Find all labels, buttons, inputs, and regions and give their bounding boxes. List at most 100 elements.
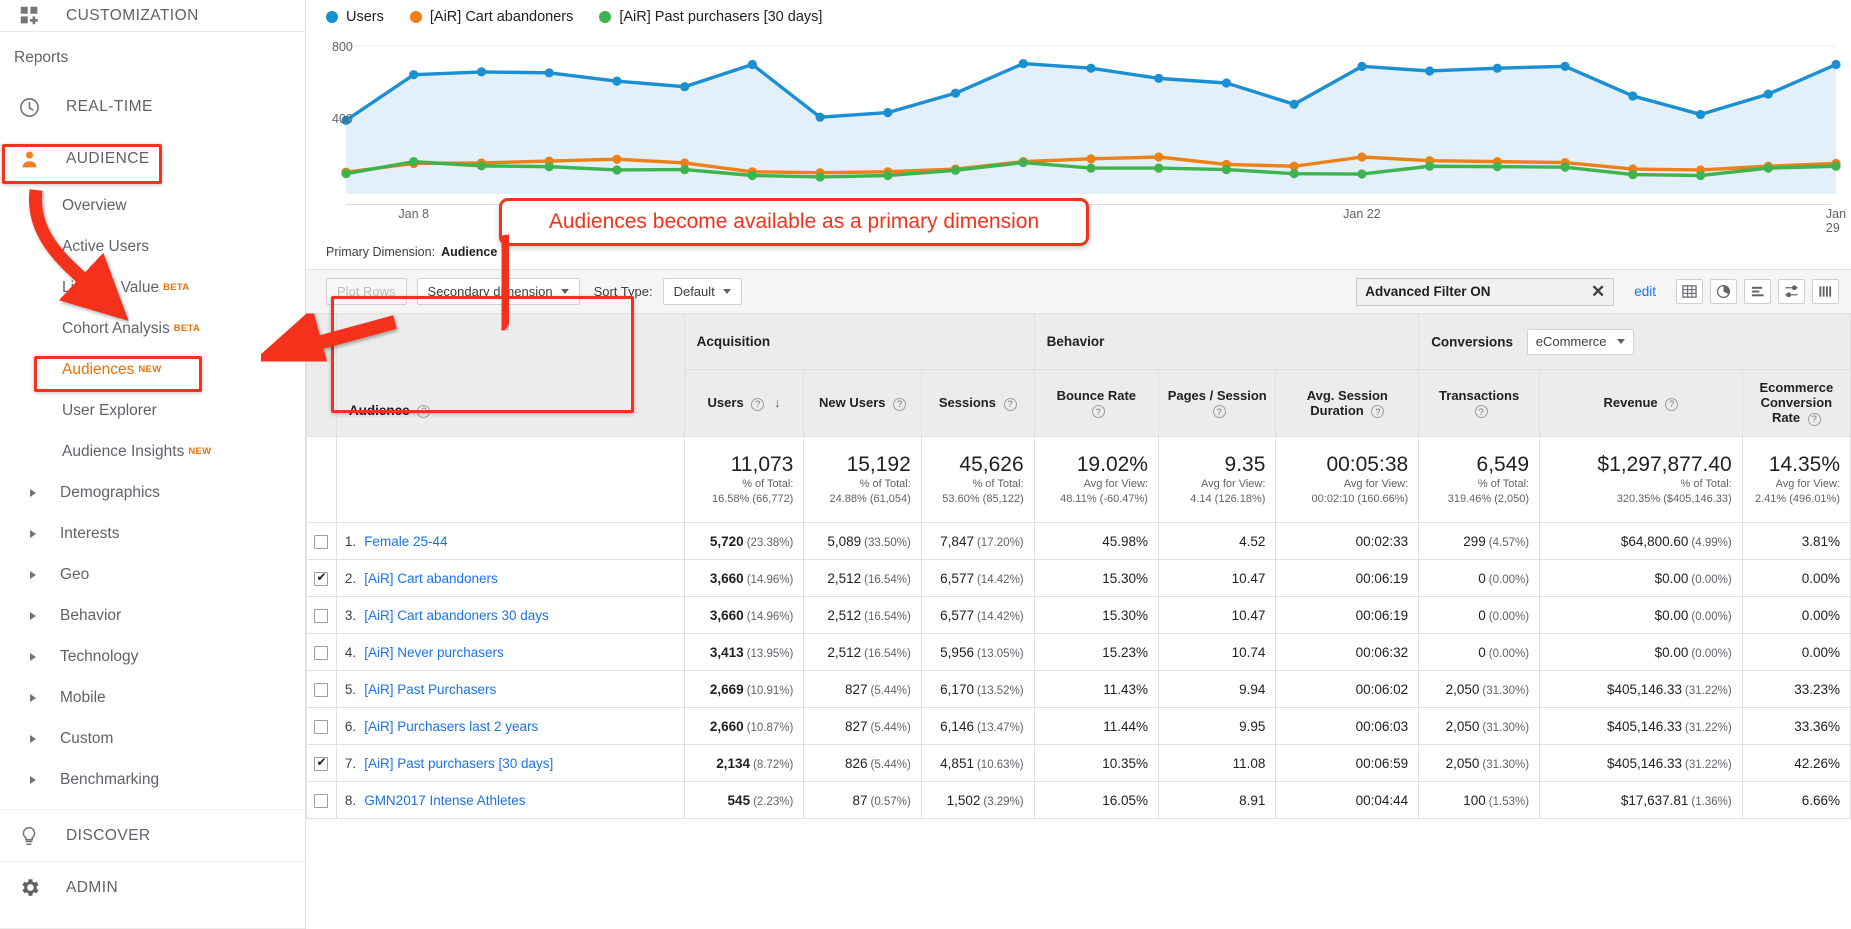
legend-item-past-purchasers[interactable]: [AiR] Past purchasers [30 days] bbox=[599, 9, 822, 25]
table-row[interactable]: 3. [AiR] Cart abandoners 30 days 3,660 (14.… bbox=[306, 596, 1851, 634]
row-checkbox-cell[interactable] bbox=[306, 559, 337, 597]
legend-item-users[interactable]: Users bbox=[326, 9, 384, 25]
sidebar-item-audience-insights[interactable]: Audience Insights NEW bbox=[0, 431, 305, 472]
column-header-bounce-rate[interactable]: Bounce Rate ? bbox=[1033, 369, 1159, 437]
row-checkbox[interactable] bbox=[314, 570, 329, 586]
sidebar-item-audience[interactable]: AUDIENCE bbox=[0, 133, 305, 185]
sort-desc-icon[interactable]: ↓ bbox=[774, 395, 781, 410]
secondary-dimension-button[interactable]: Secondary dimension bbox=[416, 278, 580, 305]
help-icon[interactable]: ? bbox=[1371, 405, 1385, 419]
sidebar-item-lifetime-value[interactable]: Lifetime Value BETA bbox=[0, 267, 305, 308]
table-row[interactable]: 2.[AiR] Cart abandoners3,660(14.96%)2,51… bbox=[306, 559, 1851, 597]
chevron-right-icon bbox=[30, 652, 36, 661]
row-checkbox-cell[interactable] bbox=[306, 707, 337, 745]
table-row[interactable]: 4. [AiR] Never purchasers 3,413 (13.95%) 2,5… bbox=[306, 633, 1851, 671]
column-header-ecommerce-conversion-rate[interactable]: Ecommerce Conversion Rate ? bbox=[1741, 369, 1851, 437]
sidebar-item-user-explorer[interactable]: User Explorer bbox=[0, 390, 305, 431]
sidebar-item-real-time[interactable]: REAL-TIME bbox=[0, 81, 305, 133]
pivot-view-icon[interactable] bbox=[1812, 279, 1839, 304]
pie-view-icon[interactable] bbox=[1710, 279, 1737, 304]
sidebar-item-interests[interactable]: Interests bbox=[0, 513, 305, 554]
sidebar-item-geo[interactable]: Geo bbox=[0, 554, 305, 595]
sidebar-item-active-users[interactable]: Active Users bbox=[0, 226, 305, 267]
column-header-pages-session[interactable]: Pages / Session ? bbox=[1157, 369, 1277, 437]
table-view-icon[interactable] bbox=[1676, 279, 1703, 304]
cell-avg-duration: 00:06:19 bbox=[1275, 559, 1420, 597]
row-audience-link[interactable]: [AiR] Purchasers last 2 years bbox=[364, 719, 538, 734]
row-audience-link[interactable]: [AiR] Cart abandoners 30 days bbox=[364, 608, 549, 623]
conversions-select[interactable]: eCommerce bbox=[1526, 328, 1634, 355]
row-checkbox-cell[interactable] bbox=[306, 633, 337, 671]
row-checkbox[interactable] bbox=[314, 755, 329, 771]
row-checkbox[interactable] bbox=[314, 534, 329, 549]
column-header-transactions[interactable]: Transactions ? bbox=[1418, 369, 1541, 437]
table-row[interactable]: 6. [AiR] Purchasers last 2 years 2,660 (10.… bbox=[306, 707, 1851, 745]
advanced-filter-box[interactable]: Advanced Filter ON ✕ bbox=[1356, 277, 1615, 306]
table-row[interactable]: 5. [AiR] Past Purchasers 2,669 (10.91%) 827(… bbox=[306, 670, 1851, 708]
metric-percent: (0.00%) bbox=[1488, 573, 1530, 586]
table-row[interactable]: 7. [AiR] Past purchasers [30 days] 2,134(8… bbox=[306, 744, 1851, 782]
row-checkbox[interactable] bbox=[314, 645, 329, 660]
help-icon[interactable]: ? bbox=[893, 397, 907, 411]
help-icon[interactable]: ? bbox=[417, 404, 431, 418]
edit-filter-link[interactable]: edit bbox=[1634, 284, 1656, 299]
column-header-sessions[interactable]: Sessions ? bbox=[920, 369, 1035, 437]
comparison-view-icon[interactable] bbox=[1778, 279, 1805, 304]
sidebar-item-audiences[interactable]: Audiences NEW bbox=[0, 349, 305, 390]
help-icon[interactable]: ? bbox=[1212, 405, 1226, 419]
row-checkbox[interactable] bbox=[314, 682, 329, 697]
sidebar-item-technology[interactable]: Technology bbox=[0, 636, 305, 677]
sidebar-item-mobile[interactable]: Mobile bbox=[0, 677, 305, 718]
close-icon[interactable]: ✕ bbox=[1591, 283, 1605, 300]
y-axis-tick-800: 800 bbox=[332, 40, 353, 54]
column-label: Pages / Session bbox=[1167, 387, 1267, 403]
cell-avg-duration: 00:06:19 bbox=[1275, 596, 1420, 634]
sidebar-item-admin[interactable]: ADMIN bbox=[0, 861, 305, 913]
sidebar-item-custom[interactable]: Custom bbox=[0, 718, 305, 759]
dimension-header-cell[interactable]: Audience ? bbox=[335, 313, 685, 437]
audiences-table: Audience ? Acquisition Behavior Conversi… bbox=[306, 313, 1851, 819]
sidebar-item-overview[interactable]: Overview bbox=[0, 185, 305, 226]
row-audience-link[interactable]: [AiR] Past Purchasers bbox=[364, 682, 496, 697]
metric-percent: (17.20%) bbox=[976, 536, 1024, 549]
sidebar-item-behavior[interactable]: Behavior bbox=[0, 595, 305, 636]
bar-view-icon[interactable] bbox=[1744, 279, 1771, 304]
cell-new-users: 2,512 (16.54%) bbox=[803, 596, 922, 634]
column-header-avg-session-duration[interactable]: Avg. Session Duration ? bbox=[1275, 369, 1420, 437]
help-icon[interactable]: ? bbox=[751, 397, 765, 411]
column-header-users[interactable]: Users ? ↓ bbox=[683, 369, 805, 437]
row-checkbox-cell[interactable] bbox=[306, 670, 337, 708]
legend-item-cart-abandoners[interactable]: [AiR] Cart abandoners bbox=[409, 9, 573, 25]
row-checkbox[interactable] bbox=[314, 608, 329, 623]
help-icon[interactable]: ? bbox=[1474, 405, 1488, 419]
sidebar-item-benchmarking[interactable]: Benchmarking bbox=[0, 759, 305, 800]
help-icon[interactable]: ? bbox=[1665, 397, 1679, 411]
row-checkbox-cell[interactable] bbox=[306, 596, 337, 634]
row-checkbox-cell[interactable] bbox=[306, 522, 337, 560]
row-audience-link[interactable]: GMN2017 Intense Athletes bbox=[364, 793, 525, 808]
help-icon[interactable]: ? bbox=[1807, 412, 1821, 426]
table-row[interactable]: 8. GMN2017 Intense Athletes 545 (2.23%) 87 (0… bbox=[306, 781, 1851, 819]
primary-dimension-value[interactable]: Audience bbox=[441, 245, 497, 259]
row-checkbox[interactable] bbox=[314, 719, 329, 734]
row-audience-link[interactable]: [AiR] Past purchasers [30 days] bbox=[364, 756, 553, 771]
timeline-chart[interactable]: 800 400 bbox=[306, 34, 1851, 204]
sidebar-item-customization[interactable]: CUSTOMIZATION bbox=[0, 0, 305, 32]
help-icon[interactable]: ? bbox=[1003, 397, 1017, 411]
sort-type-select[interactable]: Default bbox=[662, 278, 742, 305]
row-audience-link[interactable]: [AiR] Never purchasers bbox=[364, 645, 504, 660]
table-row[interactable]: 1. Female 25-44 5,720 (23.38%) 5,089 (33.50%)… bbox=[306, 522, 1851, 560]
plot-rows-button[interactable]: Plot Rows bbox=[326, 278, 407, 305]
sidebar-item-demographics[interactable]: Demographics bbox=[0, 472, 305, 513]
row-checkbox-cell[interactable] bbox=[306, 781, 337, 819]
row-checkbox-cell[interactable] bbox=[306, 744, 337, 782]
column-header-revenue[interactable]: Revenue ? bbox=[1539, 369, 1743, 437]
row-audience-link[interactable]: [AiR] Cart abandoners bbox=[364, 571, 498, 586]
row-checkbox[interactable] bbox=[314, 793, 329, 808]
row-audience-link[interactable]: Female 25-44 bbox=[364, 534, 447, 549]
help-icon[interactable]: ? bbox=[1091, 405, 1105, 419]
metric-percent: (8.72%) bbox=[753, 758, 794, 771]
sidebar-item-cohort-analysis[interactable]: Cohort Analysis BETA bbox=[0, 308, 305, 349]
column-header-new-users[interactable]: New Users ? bbox=[803, 369, 922, 437]
sidebar-item-discover[interactable]: DISCOVER bbox=[0, 809, 305, 861]
